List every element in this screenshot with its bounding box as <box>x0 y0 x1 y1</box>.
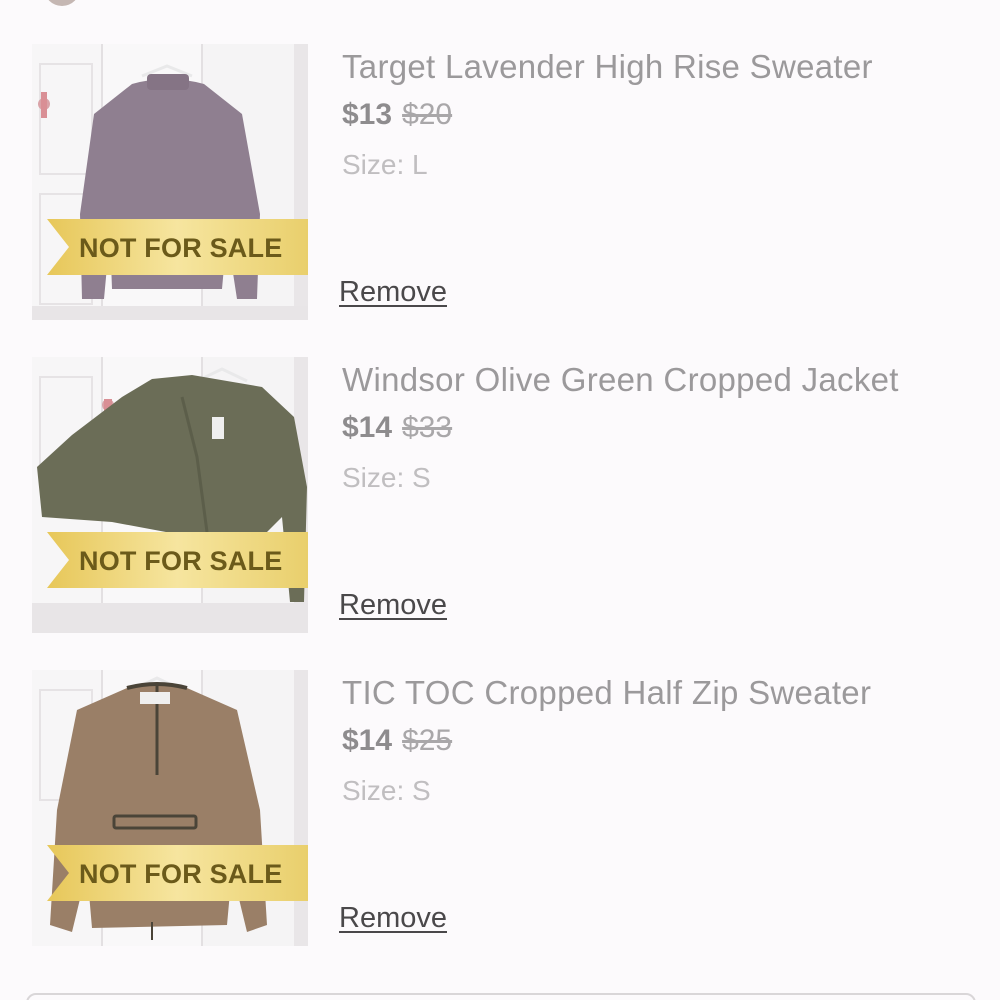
sale-price: $14 <box>342 724 393 757</box>
price-row: $14 $33 <box>342 408 452 448</box>
item-size: Size: L <box>342 149 428 180</box>
liked-items-page: NOT FOR SALE Target Lavender High Rise S… <box>0 0 1000 1000</box>
not-for-sale-badge: NOT FOR SALE <box>79 546 283 576</box>
bottom-input-container[interactable] <box>26 993 976 1000</box>
item-title[interactable]: Windsor Olive Green Cropped Jacket <box>342 360 899 400</box>
item-thumbnail[interactable]: NOT FOR SALE <box>32 44 308 320</box>
list-item: NOT FOR SALE Target Lavender High Rise S… <box>0 44 1000 320</box>
item-thumbnail[interactable]: NOT FOR SALE <box>32 357 308 633</box>
remove-button[interactable]: Remove <box>339 587 447 623</box>
original-price: $20 <box>402 98 453 131</box>
original-price: $33 <box>402 411 453 444</box>
not-for-sale-badge: NOT FOR SALE <box>79 859 283 889</box>
item-title[interactable]: TIC TOC Cropped Half Zip Sweater <box>342 673 871 713</box>
avatar[interactable] <box>44 0 80 6</box>
item-photo <box>32 44 308 320</box>
item-size: Size: S <box>342 462 431 493</box>
list-item: NOT FOR SALE Windsor Olive Green Cropped… <box>0 357 1000 633</box>
price-row: $14 $25 <box>342 721 452 761</box>
item-photo <box>32 670 308 946</box>
item-thumbnail[interactable]: NOT FOR SALE <box>32 670 308 946</box>
price-row: $13 $20 <box>342 95 452 135</box>
item-size: Size: S <box>342 775 431 806</box>
list-item: NOT FOR SALE TIC TOC Cropped Half Zip Sw… <box>0 670 1000 946</box>
item-photo <box>32 357 308 633</box>
remove-button[interactable]: Remove <box>339 274 447 310</box>
not-for-sale-badge: NOT FOR SALE <box>79 233 283 263</box>
sale-price: $14 <box>342 411 393 444</box>
sale-price: $13 <box>342 98 393 131</box>
original-price: $25 <box>402 724 453 757</box>
remove-button[interactable]: Remove <box>339 900 447 936</box>
item-title[interactable]: Target Lavender High Rise Sweater <box>342 47 873 87</box>
